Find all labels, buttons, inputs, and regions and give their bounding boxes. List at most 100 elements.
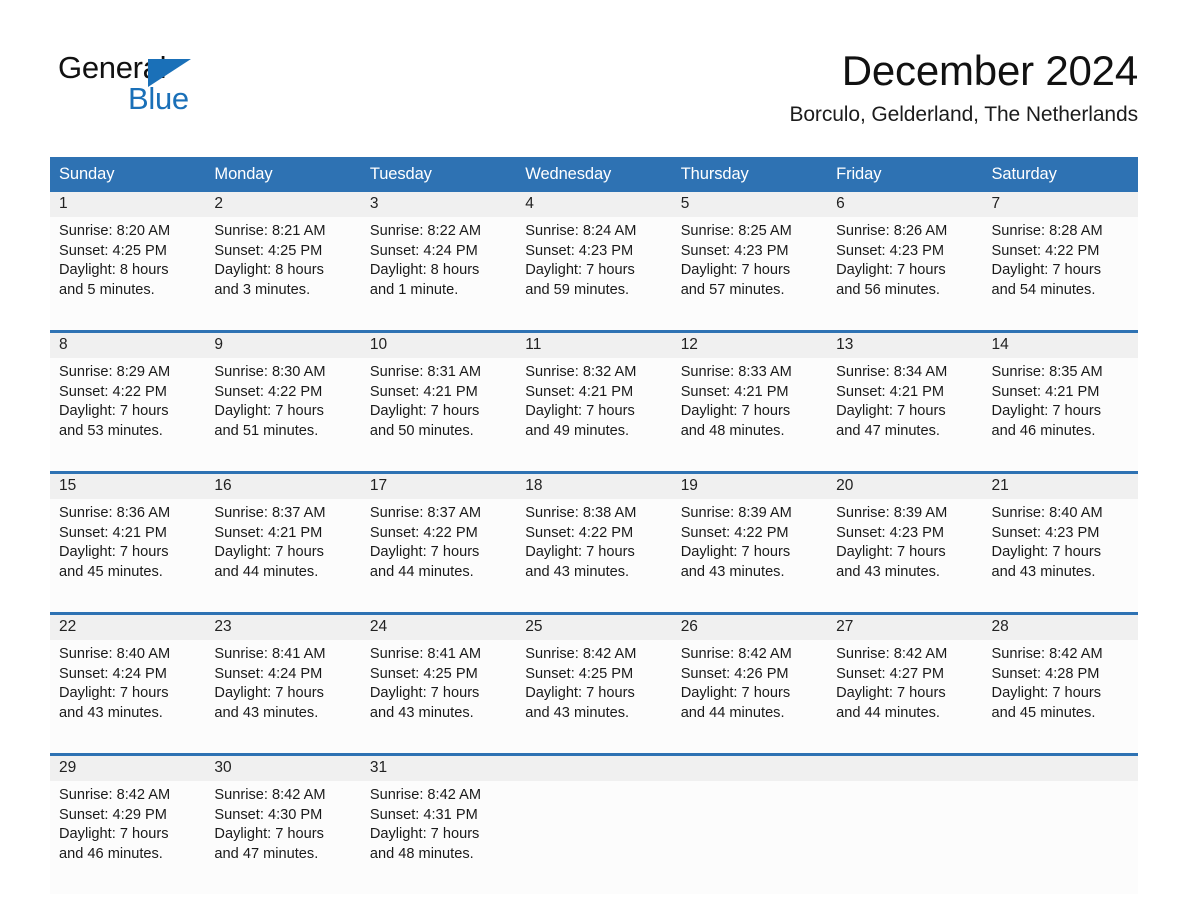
- day-detail-cell[interactable]: Sunrise: 8:33 AM Sunset: 4:21 PM Daylight:…: [671, 358, 828, 471]
- day-detail-line: Sunset: 4:21 PM: [369, 383, 478, 400]
- day-number-cell[interactable]: 7: [982, 192, 1138, 217]
- day-detail-cell[interactable]: Sunrise: 8:25 AM Sunset: 4:23 PM Daylight:…: [671, 217, 828, 330]
- day-detail-cell[interactable]: Sunrise: 8:36 AM Sunset: 4:21 PM Daylight:…: [50, 499, 206, 612]
- day-number-cell[interactable]: 5: [671, 192, 828, 217]
- day-detail-line: Sunset: 4:28 PM: [991, 665, 1100, 682]
- day-detail-line: Sunrise: 8:24 AM: [525, 223, 637, 239]
- day-detail-cell[interactable]: Sunrise: 8:42 AM Sunset: 4:29 PM Daylight:…: [50, 781, 206, 894]
- day-number-cell[interactable]: 2: [205, 192, 361, 217]
- day-detail-line: and 48 minutes.: [369, 845, 474, 862]
- day-number-cell[interactable]: 14: [982, 333, 1138, 358]
- day-number-cell[interactable]: 21: [982, 474, 1138, 499]
- day-detail-cell[interactable]: Sunrise: 8:42 AM Sunset: 4:28 PM Daylight:…: [982, 640, 1138, 753]
- day-detail-cell[interactable]: Sunrise: 8:39 AM Sunset: 4:22 PM Daylight:…: [671, 499, 828, 612]
- day-detail-cell[interactable]: [827, 781, 983, 894]
- day-detail-line: Sunset: 4:24 PM: [59, 665, 167, 682]
- day-detail-cell[interactable]: Sunrise: 8:38 AM Sunset: 4:22 PM Daylight:…: [516, 499, 672, 612]
- day-number-cell[interactable]: [982, 756, 1138, 781]
- day-detail-line: Daylight: 7 hours: [59, 826, 169, 843]
- day-number-cell[interactable]: 13: [827, 333, 983, 358]
- day-number-cell[interactable]: 16: [205, 474, 361, 499]
- day-detail-cell[interactable]: Sunrise: 8:41 AM Sunset: 4:25 PM Daylight:…: [360, 640, 517, 753]
- day-detail-cell[interactable]: Sunrise: 8:42 AM Sunset: 4:25 PM Daylight:…: [516, 640, 672, 753]
- day-detail-cell[interactable]: [982, 781, 1138, 894]
- day-detail-line: and 57 minutes.: [680, 281, 785, 298]
- day-detail-cell[interactable]: Sunrise: 8:35 AM Sunset: 4:21 PM Daylight:…: [982, 358, 1138, 471]
- day-detail-cell[interactable]: Sunrise: 8:24 AM Sunset: 4:23 PM Daylight:…: [516, 217, 672, 330]
- day-number-cell[interactable]: 24: [360, 615, 517, 640]
- day-detail-cell[interactable]: Sunrise: 8:31 AM Sunset: 4:21 PM Daylight:…: [360, 358, 517, 471]
- day-detail-cell[interactable]: Sunrise: 8:42 AM Sunset: 4:31 PM Daylight:…: [360, 781, 517, 894]
- day-detail-line: Sunrise: 8:41 AM: [369, 646, 481, 662]
- day-number-cell[interactable]: 22: [50, 615, 206, 640]
- day-detail-cell[interactable]: Sunrise: 8:22 AM Sunset: 4:24 PM Daylight:…: [360, 217, 517, 330]
- day-number-cell[interactable]: 25: [516, 615, 672, 640]
- weekday-header-saturday: Saturday: [982, 157, 1138, 192]
- day-detail-line: Daylight: 7 hours: [59, 544, 169, 561]
- day-detail-cell[interactable]: [671, 781, 828, 894]
- day-number-cell[interactable]: 12: [671, 333, 828, 358]
- day-number-cell[interactable]: 17: [360, 474, 517, 499]
- day-detail-cell[interactable]: Sunrise: 8:32 AM Sunset: 4:21 PM Daylight:…: [516, 358, 672, 471]
- day-detail-cell[interactable]: Sunrise: 8:20 AM Sunset: 4:25 PM Daylight:…: [50, 217, 206, 330]
- day-number-cell[interactable]: 3: [360, 192, 517, 217]
- day-detail-line: and 43 minutes.: [214, 704, 319, 721]
- day-number-cell[interactable]: 19: [671, 474, 828, 499]
- day-number-cell[interactable]: 10: [360, 333, 517, 358]
- day-number-cell[interactable]: 6: [827, 192, 983, 217]
- day-number-cell[interactable]: 8: [50, 333, 206, 358]
- day-detail-line: Sunrise: 8:34 AM: [836, 364, 948, 380]
- day-number-cell[interactable]: 18: [516, 474, 672, 499]
- day-detail-cell[interactable]: [516, 781, 672, 894]
- day-detail-line: Sunset: 4:21 PM: [836, 383, 945, 400]
- day-detail-line: Sunset: 4:22 PM: [214, 383, 323, 400]
- day-number-cell[interactable]: 11: [516, 333, 672, 358]
- day-detail-cell[interactable]: Sunrise: 8:26 AM Sunset: 4:23 PM Daylight:…: [827, 217, 983, 330]
- day-detail-cell[interactable]: Sunrise: 8:42 AM Sunset: 4:30 PM Daylight:…: [205, 781, 361, 894]
- day-detail-cell[interactable]: Sunrise: 8:28 AM Sunset: 4:22 PM Daylight:…: [982, 217, 1138, 330]
- day-number-cell[interactable]: 1: [50, 192, 206, 217]
- day-detail-line: Sunrise: 8:41 AM: [214, 646, 326, 662]
- day-detail-line: Daylight: 7 hours: [680, 685, 791, 702]
- calendar-body: 1 2 3 4 5 6 7 Sunrise: 8:20 AM Sunset: 4:25 PM Da…: [50, 192, 1138, 894]
- day-detail-line: Daylight: 7 hours: [59, 685, 169, 702]
- day-number-cell[interactable]: 23: [205, 615, 361, 640]
- day-detail-line: Sunset: 4:30 PM: [214, 806, 323, 823]
- day-detail-cell[interactable]: Sunrise: 8:40 AM Sunset: 4:24 PM Daylight:…: [50, 640, 206, 753]
- day-number-cell[interactable]: 30: [205, 756, 361, 781]
- day-number-cell[interactable]: 20: [827, 474, 983, 499]
- day-number-cell[interactable]: [516, 756, 672, 781]
- day-detail-line: Daylight: 8 hours: [369, 262, 480, 279]
- day-number-cell[interactable]: 15: [50, 474, 206, 499]
- day-detail-cell[interactable]: Sunrise: 8:30 AM Sunset: 4:22 PM Daylight:…: [205, 358, 361, 471]
- day-detail-line: Sunrise: 8:26 AM: [836, 223, 948, 239]
- day-detail-cell[interactable]: Sunrise: 8:29 AM Sunset: 4:22 PM Daylight:…: [50, 358, 206, 471]
- day-detail-line: Sunrise: 8:36 AM: [59, 505, 171, 521]
- day-detail-line: and 43 minutes.: [59, 704, 163, 721]
- day-detail-cell[interactable]: Sunrise: 8:40 AM Sunset: 4:23 PM Daylight:…: [982, 499, 1138, 612]
- day-detail-cell[interactable]: Sunrise: 8:21 AM Sunset: 4:25 PM Daylight:…: [205, 217, 361, 330]
- day-number-cell[interactable]: 29: [50, 756, 206, 781]
- day-detail-line: Sunrise: 8:33 AM: [680, 364, 792, 380]
- page-title: December 2024: [841, 47, 1138, 94]
- day-detail-cell[interactable]: Sunrise: 8:37 AM Sunset: 4:21 PM Daylight:…: [205, 499, 361, 612]
- day-number-cell[interactable]: 26: [671, 615, 828, 640]
- day-number-cell[interactable]: 27: [827, 615, 983, 640]
- day-detail-row: Sunrise: 8:36 AM Sunset: 4:21 PM Daylight:…: [50, 499, 1138, 612]
- day-detail-cell[interactable]: Sunrise: 8:34 AM Sunset: 4:21 PM Daylight:…: [827, 358, 983, 471]
- day-detail-cell[interactable]: Sunrise: 8:42 AM Sunset: 4:27 PM Daylight:…: [827, 640, 983, 753]
- day-number-cell[interactable]: 9: [205, 333, 361, 358]
- day-detail-cell[interactable]: Sunrise: 8:41 AM Sunset: 4:24 PM Daylight:…: [205, 640, 361, 753]
- day-number-cell[interactable]: [671, 756, 828, 781]
- day-detail-line: and 49 minutes.: [525, 422, 630, 439]
- day-detail-cell[interactable]: Sunrise: 8:39 AM Sunset: 4:23 PM Daylight:…: [827, 499, 983, 612]
- day-detail-cell[interactable]: Sunrise: 8:42 AM Sunset: 4:26 PM Daylight:…: [671, 640, 828, 753]
- day-number-cell[interactable]: 4: [516, 192, 672, 217]
- day-detail-cell[interactable]: Sunrise: 8:37 AM Sunset: 4:22 PM Daylight:…: [360, 499, 517, 612]
- day-number-cell[interactable]: 31: [360, 756, 517, 781]
- calendar-page: General Blue December 2024 Borculo, Geld…: [0, 0, 1188, 918]
- day-detail-line: and 45 minutes.: [991, 704, 1096, 721]
- day-number-row: 22 23 24 25 26 27 28: [50, 615, 1138, 640]
- day-number-cell[interactable]: 28: [982, 615, 1138, 640]
- day-number-cell[interactable]: [827, 756, 983, 781]
